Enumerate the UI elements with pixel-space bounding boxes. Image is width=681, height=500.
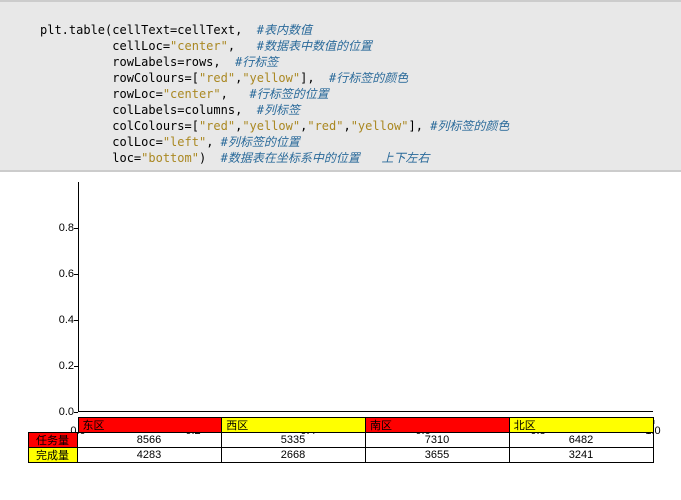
ytick: 0.4	[8, 314, 74, 326]
col-label: 东区	[78, 417, 223, 433]
table-cell: 7310	[365, 432, 510, 448]
table-cell: 3241	[509, 447, 654, 463]
table-cell: 5335	[221, 432, 366, 448]
ytick: 0.6	[8, 268, 74, 280]
plot-area: 0.0 0.2 0.4 0.6 0.8 0.0 0.2 0.4 0.6 0.8 …	[8, 182, 673, 457]
axes-frame	[78, 182, 653, 412]
code-line: colLabels=columns, #列标签	[40, 103, 300, 117]
table-cell: 6482	[509, 432, 654, 448]
table-corner	[28, 417, 78, 432]
code-line: loc="bottom") #数据表在坐标系中的位置 上下左右	[40, 151, 430, 165]
table-cell: 4283	[77, 447, 222, 463]
code-line: plt.table(cellText=cellText, #表内数值	[40, 23, 312, 37]
table-row: 任务量 8566 5335 7310 6482	[28, 432, 653, 447]
ytick: 0.2	[8, 360, 74, 372]
code-line: colColours=["red","yellow","red","yellow…	[40, 119, 509, 133]
code-line: rowLoc="center", #行标签的位置	[40, 87, 329, 101]
ytick: 0.8	[8, 222, 74, 234]
row-label: 任务量	[28, 432, 78, 448]
code-line: rowColours=["red","yellow"], #行标签的颜色	[40, 71, 408, 85]
col-label: 西区	[221, 417, 366, 433]
col-label: 北区	[509, 417, 654, 433]
table-cell: 3655	[365, 447, 510, 463]
table-header-row: 东区 西区 南区 北区	[28, 417, 653, 432]
table-cell: 8566	[77, 432, 222, 448]
row-label: 完成量	[28, 447, 78, 463]
code-line: rowLabels=rows, #行标签	[40, 55, 278, 69]
code-line: cellLoc="center", #数据表中数值的位置	[40, 39, 372, 53]
code-block: plt.table(cellText=cellText, #表内数值 cellL…	[0, 0, 681, 172]
code-line: colLoc="left", #列标签的位置	[40, 135, 300, 149]
table-row: 完成量 4283 2668 3655 3241	[28, 447, 653, 462]
plot-data-table: 东区 西区 南区 北区 任务量 8566 5335 7310 6482 完成量 …	[28, 417, 653, 462]
table-cell: 2668	[221, 447, 366, 463]
col-label: 南区	[365, 417, 510, 433]
